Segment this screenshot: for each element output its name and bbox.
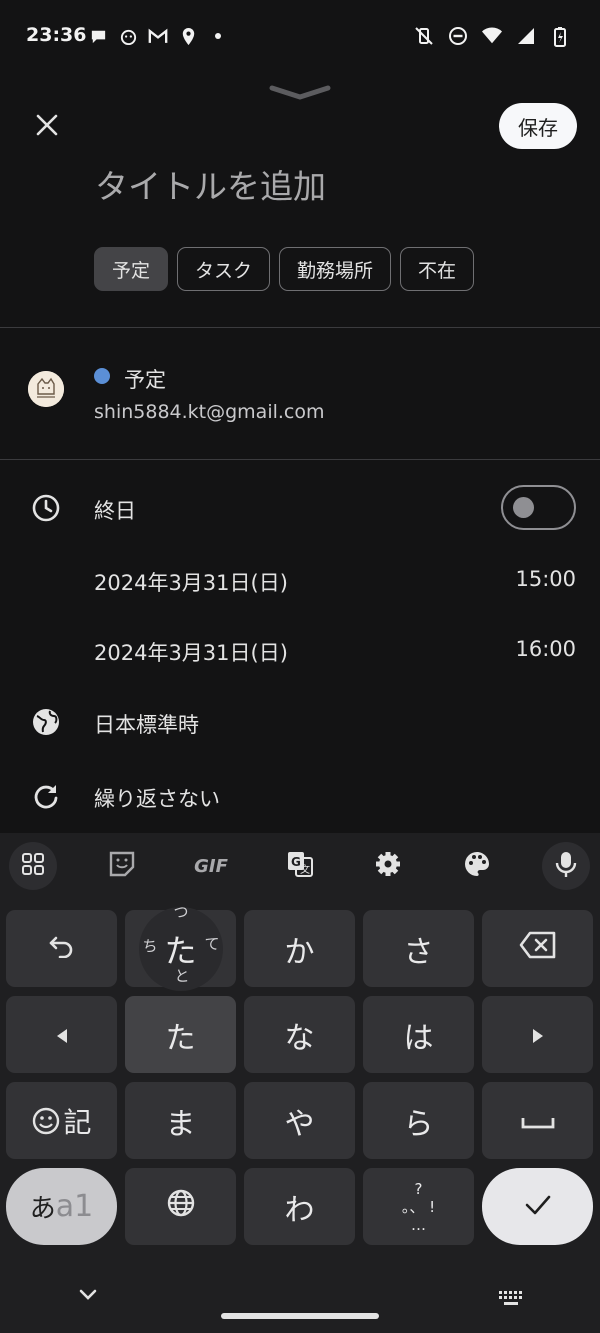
chip-working-location[interactable]: 勤務場所 <box>279 247 392 291</box>
keyboard-apps-button[interactable] <box>9 842 57 890</box>
mute-vibrate-icon <box>414 26 434 46</box>
emoji-icon <box>31 1106 61 1136</box>
flick-up: つ <box>173 902 189 921</box>
toggle-knob <box>513 497 534 518</box>
notification-icons <box>88 26 228 46</box>
space-icon <box>521 1103 555 1138</box>
sticker-button[interactable] <box>98 842 146 890</box>
calendar-color-dot <box>94 368 110 384</box>
location-pin-icon <box>178 26 198 46</box>
gmail-icon <box>148 26 168 46</box>
key-ma[interactable]: ま <box>125 1082 236 1159</box>
chip-task[interactable]: タスク <box>177 247 271 291</box>
microphone-icon <box>554 850 578 882</box>
repeat-icon <box>30 780 62 812</box>
all-day-label: 終日 <box>94 499 136 523</box>
start-time[interactable]: 15:00 <box>515 567 576 591</box>
status-time: 23:36 <box>26 24 87 46</box>
cursor-right-key[interactable] <box>482 996 593 1073</box>
flick-popup: た つ ち て と <box>138 903 223 991</box>
punct-bottom: … <box>411 1215 426 1234</box>
hide-keyboard-button[interactable] <box>78 1287 98 1306</box>
avatar[interactable] <box>28 371 64 407</box>
gear-icon <box>373 849 403 883</box>
chevron-down-icon <box>78 1287 98 1306</box>
palette-icon <box>462 849 492 883</box>
signal-icon <box>516 26 536 46</box>
translate-icon: G文 <box>285 849 315 883</box>
input-mode-key[interactable]: あ a1 <box>6 1168 117 1245</box>
key-ra[interactable]: ら <box>363 1082 474 1159</box>
grid-icon <box>21 852 45 880</box>
globe-icon <box>30 706 62 738</box>
switch-keyboard-button[interactable] <box>498 1290 524 1312</box>
do-not-disturb-icon <box>448 26 468 46</box>
key-ha[interactable]: は <box>363 996 474 1073</box>
chip-event[interactable]: 予定 <box>94 247 169 291</box>
battery-charging-icon <box>550 26 570 47</box>
space-key[interactable] <box>482 1082 593 1159</box>
arrow-right-icon <box>531 1017 545 1052</box>
title-input[interactable]: タイトルを追加 <box>95 160 326 208</box>
translate-button[interactable]: G文 <box>276 842 324 890</box>
close-icon <box>36 114 58 140</box>
mode-alpha: a1 <box>55 1189 94 1224</box>
key-wa[interactable]: わ <box>244 1168 355 1245</box>
enter-key[interactable] <box>482 1168 593 1245</box>
dot-icon <box>208 26 228 46</box>
account-email[interactable]: shin5884.kt@gmail.com <box>94 401 325 423</box>
chat-bubble-icon <box>88 26 108 46</box>
flick-left: ち <box>142 936 158 955</box>
theme-button[interactable] <box>453 842 501 890</box>
flick-key-ta[interactable]: た つ ち て と <box>125 903 236 991</box>
repeat-setting[interactable]: 繰り返さない <box>94 783 220 813</box>
mode-kana: あ <box>29 1194 56 1224</box>
symbol-key-label: 記 <box>63 1105 92 1139</box>
event-type-chips: 予定 タスク 勤務場所 不在 <box>94 247 475 291</box>
check-icon <box>524 1189 552 1224</box>
cat-face-icon <box>118 26 138 46</box>
end-time[interactable]: 16:00 <box>515 637 576 661</box>
sticker-icon <box>107 849 137 883</box>
keyboard-icon <box>498 1291 524 1312</box>
chip-out-of-office[interactable]: 不在 <box>400 247 475 291</box>
divider <box>0 459 600 460</box>
emoji-symbol-key[interactable]: 記 <box>6 1082 117 1159</box>
punct-top: ? <box>414 1179 423 1198</box>
flick-down: と <box>174 966 190 985</box>
globe-icon <box>166 1188 196 1226</box>
divider <box>0 327 600 328</box>
undo-key[interactable] <box>6 910 117 987</box>
key-ya[interactable]: や <box>244 1082 355 1159</box>
close-button[interactable] <box>28 108 66 146</box>
voice-input-button[interactable] <box>542 842 590 890</box>
undo-icon <box>48 931 76 966</box>
key-ka[interactable]: か <box>244 910 355 987</box>
settings-button[interactable] <box>364 842 412 890</box>
sheet-collapse-handle[interactable] <box>268 84 332 104</box>
save-button[interactable]: 保存 <box>499 103 577 149</box>
punctuation-key[interactable]: ? 。、 ! … <box>363 1168 474 1245</box>
key-ta[interactable]: た <box>125 996 236 1073</box>
end-date[interactable]: 2024年3月31日(日) <box>94 637 288 667</box>
arrow-left-icon <box>55 1017 69 1052</box>
backspace-icon <box>519 931 557 967</box>
svg-text:文: 文 <box>300 863 310 876</box>
clock-icon <box>30 492 62 524</box>
key-na[interactable]: な <box>244 996 355 1073</box>
punct-mid: 。、 ! <box>401 1197 436 1216</box>
timezone[interactable]: 日本標準時 <box>94 709 199 739</box>
calendar-name[interactable]: 予定 <box>124 364 166 394</box>
key-sa[interactable]: さ <box>363 910 474 987</box>
backspace-key[interactable] <box>482 910 593 987</box>
language-key[interactable] <box>125 1168 236 1245</box>
cursor-left-key[interactable] <box>6 996 117 1073</box>
system-icons <box>414 26 570 47</box>
gif-button[interactable]: GIF <box>187 842 235 890</box>
all-day-toggle[interactable] <box>501 485 576 530</box>
home-gesture-bar[interactable] <box>221 1313 379 1319</box>
start-date[interactable]: 2024年3月31日(日) <box>94 567 288 597</box>
wifi-icon <box>482 26 502 46</box>
flick-right: て <box>204 934 220 953</box>
